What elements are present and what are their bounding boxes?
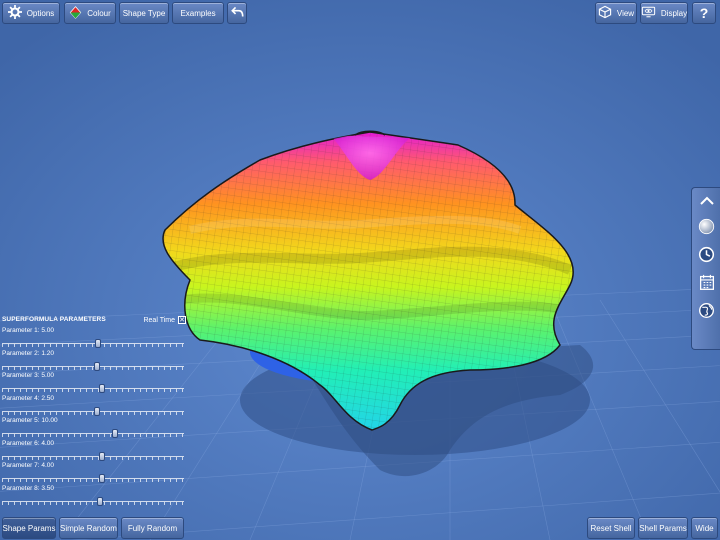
display-button[interactable]: Display: [640, 2, 688, 24]
slider-thumb[interactable]: [97, 496, 104, 506]
simple-random-label: Simple Random: [60, 523, 117, 533]
parameter-slider[interactable]: [2, 429, 184, 438]
parameter-slider[interactable]: [2, 361, 184, 371]
parameter-slider[interactable]: [2, 339, 184, 348]
colour-label: Colour: [87, 8, 111, 18]
parameter-row: Parameter 8: 3.50: [2, 485, 186, 507]
cube-icon: [598, 5, 612, 21]
slider-thumb[interactable]: [93, 406, 100, 416]
parameter-slider[interactable]: [2, 384, 184, 393]
parameter-label: Parameter 8: 3.50: [2, 484, 55, 492]
display-label: Display: [660, 8, 688, 18]
slider-thumb[interactable]: [99, 451, 106, 461]
slider-thumb[interactable]: [99, 384, 106, 393]
clock-icon: [698, 246, 715, 268]
parameter-row: Parameter 4: 2.50: [2, 395, 186, 417]
fully-random-label: Fully Random: [127, 523, 178, 533]
clock-button[interactable]: [696, 246, 717, 267]
parameter-label: Parameter 6: 4.00: [2, 439, 55, 447]
gear-icon: [7, 5, 22, 21]
parameter-slider[interactable]: [2, 474, 184, 483]
simple-random-button[interactable]: Simple Random: [59, 517, 118, 539]
parameter-label: Parameter 4: 2.50: [2, 394, 55, 402]
wide-button[interactable]: Wide: [691, 517, 718, 539]
check-mark-icon: ✕: [179, 316, 185, 324]
view-label: View: [616, 8, 635, 18]
shell-params-button[interactable]: Shell Params: [638, 517, 688, 539]
examples-label: Examples: [180, 8, 216, 18]
calendar-icon: [699, 274, 715, 296]
real-time-toggle[interactable]: Real Time ✕: [143, 316, 186, 324]
parameter-row: Parameter 1: 5.00: [2, 327, 186, 349]
shape-type-button[interactable]: Shape Type: [119, 2, 169, 24]
collapse-button[interactable]: [696, 191, 717, 212]
help-icon: ?: [699, 5, 709, 21]
globe-button[interactable]: [696, 302, 717, 323]
real-time-label: Real Time: [143, 316, 175, 324]
parameter-label: Parameter 7: 4.00: [2, 462, 55, 469]
fully-random-button[interactable]: Fully Random: [121, 517, 184, 539]
reset-shell-label: Reset Shell: [590, 523, 632, 533]
examples-button[interactable]: Examples: [172, 2, 224, 24]
parameter-label: Parameter 1: 5.00: [2, 327, 55, 334]
slider-thumb[interactable]: [111, 429, 118, 438]
sphere-icon: [698, 218, 715, 240]
globe-icon: [698, 302, 715, 324]
parameter-slider[interactable]: [2, 451, 184, 461]
slider-thumb[interactable]: [93, 361, 100, 371]
undo-arrow-icon: [230, 6, 244, 20]
params-title: SUPERFORMULA PARAMETERS: [2, 316, 106, 323]
colour-icon: [69, 5, 82, 21]
parameter-row: Parameter 3: 5.00: [2, 372, 186, 394]
shape-type-label: Shape Type: [122, 8, 166, 18]
parameter-row: Parameter 2: 1.20: [2, 350, 186, 372]
parameter-label: Parameter 5: 10.00: [2, 417, 58, 424]
colour-button[interactable]: Colour: [64, 2, 116, 24]
view-button[interactable]: View: [595, 2, 637, 24]
shape-params-button[interactable]: Shape Params: [2, 517, 56, 539]
parameter-label: Parameter 2: 1.20: [2, 349, 55, 357]
side-toolbar: [691, 187, 720, 350]
slider-thumb[interactable]: [99, 474, 106, 483]
real-time-checkbox[interactable]: ✕: [178, 316, 186, 324]
shape-params-label: Shape Params: [2, 523, 56, 533]
sphere-button[interactable]: [696, 218, 717, 239]
help-button[interactable]: ?: [692, 2, 716, 24]
wide-label: Wide: [695, 523, 714, 533]
parameter-label: Parameter 3: 5.00: [2, 372, 55, 379]
calendar-button[interactable]: [696, 274, 717, 295]
undo-button[interactable]: [227, 2, 247, 24]
parameter-row: Parameter 6: 4.00: [2, 440, 186, 462]
reset-shell-button[interactable]: Reset Shell: [587, 517, 635, 539]
parameter-slider[interactable]: [2, 406, 184, 416]
parameter-slider[interactable]: [2, 496, 184, 506]
options-button[interactable]: Options: [2, 2, 60, 24]
eye-display-icon: [641, 5, 656, 21]
shell-params-label: Shell Params: [639, 523, 687, 533]
chevron-up-icon: [699, 193, 714, 211]
slider-thumb[interactable]: [95, 339, 102, 348]
parameter-row: Parameter 7: 4.00: [2, 462, 186, 484]
parameter-row: Parameter 5: 10.00: [2, 417, 186, 439]
options-label: Options: [26, 8, 55, 18]
app-viewport: Options Colour Shape Type Examples View …: [0, 0, 720, 540]
